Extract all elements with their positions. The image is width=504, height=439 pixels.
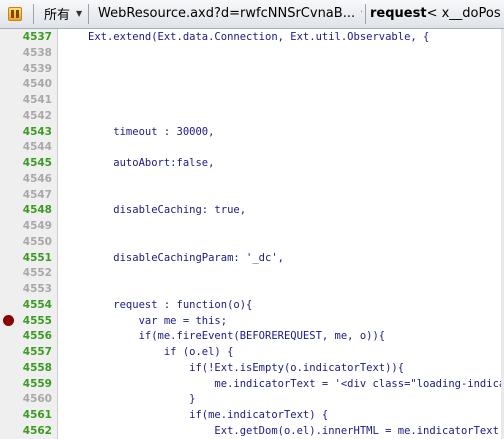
code-line: 4552 — [0, 265, 504, 281]
code-line: 4558 if(!Ext.isEmpty(o.indicatorText)){ — [0, 360, 504, 376]
line-number[interactable]: 4559 — [0, 376, 52, 392]
line-number[interactable]: 4561 — [0, 407, 52, 423]
line-number[interactable]: 4553 — [0, 281, 52, 297]
code-text: timeout : 30000, — [88, 125, 215, 138]
code-line: 4539 — [0, 61, 504, 77]
line-number[interactable]: 4546 — [0, 171, 52, 187]
code-line: 4551 disableCachingParam: '_dc', — [0, 250, 504, 266]
code-line: 4550 — [0, 234, 504, 250]
code-line: 4538 — [0, 45, 504, 61]
line-number[interactable]: 4552 — [0, 265, 52, 281]
line-number[interactable]: 4543 — [0, 124, 52, 140]
script-file-label: WebResource.axd?d=rwfcNNSrCvnaB... — [98, 6, 356, 21]
dropdown-arrow-icon: ▼ — [361, 9, 362, 18]
code-text: request : function(o){ — [88, 298, 253, 311]
code-line: 4559 me.indicatorText = '<div class="loa… — [0, 376, 504, 392]
code-line: 4541 — [0, 92, 504, 108]
line-number[interactable]: 4562 — [0, 423, 52, 439]
toolbar-separator — [33, 4, 34, 24]
line-number[interactable]: 4550 — [0, 234, 52, 250]
code-line: 4553 — [0, 281, 504, 297]
code-text: me.indicatorText = '<div class="loading-… — [88, 377, 504, 390]
line-number[interactable]: 4554 — [0, 297, 52, 313]
code-line: 4537 Ext.extend(Ext.data.Connection, Ext.… — [0, 29, 504, 45]
line-number[interactable]: 4558 — [0, 360, 52, 376]
line-number[interactable]: 4547 — [0, 187, 52, 203]
code-line: 4546 — [0, 171, 504, 187]
toolbar-separator — [88, 4, 89, 24]
line-number[interactable]: 4560 — [0, 391, 52, 407]
line-number[interactable]: 4537 — [0, 29, 52, 45]
line-number[interactable]: 4549 — [0, 218, 52, 234]
code-text: Ext.getDom(o.el).innerHTML = me.indicato… — [88, 425, 504, 437]
line-number[interactable]: 4542 — [0, 108, 52, 124]
breakpoint-icon[interactable] — [3, 314, 14, 326]
script-file-dropdown[interactable]: WebResource.axd?d=rwfcNNSrCvnaB... ▼ — [92, 3, 362, 24]
code-text: if(me.fireEvent(BEFOREREQUEST, me, o)){ — [88, 330, 386, 343]
code-line: 4554 request : function(o){ — [0, 297, 504, 313]
line-number[interactable]: 4551 — [0, 250, 52, 266]
breadcrumb-rest[interactable]: < x__doPos — [427, 6, 501, 21]
code-line: 4555 var me = this; — [0, 313, 504, 329]
code-line: 4548 disableCaching: true, — [0, 202, 504, 218]
debugger-toolbar: 所有 ▼ WebResource.axd?d=rwfcNNSrCvnaB... … — [0, 0, 504, 29]
code-text: disableCachingParam: '_dc', — [88, 251, 284, 264]
line-number[interactable]: 4538 — [0, 45, 52, 61]
code-text: } — [88, 393, 196, 406]
code-line: 4562 Ext.getDom(o.el).innerHTML = me.ind… — [0, 423, 504, 439]
line-number[interactable]: 4556 — [0, 328, 52, 344]
code-text: if(!Ext.isEmpty(o.indicatorText)){ — [88, 361, 405, 374]
code-text: if(me.indicatorText) { — [88, 409, 329, 422]
scope-dropdown[interactable]: 所有 ▼ — [40, 3, 86, 24]
pause-icon — [8, 6, 22, 21]
scope-label: 所有 — [44, 8, 71, 23]
code-text: autoAbort:false, — [88, 157, 215, 170]
code-text: var me = this; — [88, 314, 228, 327]
line-number[interactable]: 4548 — [0, 202, 52, 218]
code-line: 4561 if(me.indicatorText) { — [0, 407, 504, 423]
code-line: 4545 autoAbort:false, — [0, 155, 504, 171]
code-line: 4543 timeout : 30000, — [0, 124, 504, 140]
line-number[interactable]: 4539 — [0, 61, 52, 77]
code-line: 4540 — [0, 76, 504, 92]
line-number[interactable]: 4540 — [0, 76, 52, 92]
breadcrumb-current[interactable]: request — [370, 6, 427, 21]
line-number[interactable]: 4545 — [0, 155, 52, 171]
dropdown-arrow-icon: ▼ — [76, 9, 83, 18]
source-editor[interactable]: 4537 Ext.extend(Ext.data.Connection, Ext.… — [0, 29, 504, 439]
code-text: Ext.extend(Ext.data.Connection, Ext.util… — [88, 31, 430, 43]
toolbar-separator — [365, 4, 366, 24]
code-text: if (o.el) { — [88, 346, 234, 359]
code-line: 4547 — [0, 187, 504, 203]
line-number[interactable]: 4557 — [0, 344, 52, 360]
code-line: 4560 } — [0, 391, 504, 407]
code-text: disableCaching: true, — [88, 204, 247, 217]
code-line: 4557 if (o.el) { — [0, 344, 504, 360]
call-stack-breadcrumb[interactable]: request < x__doPos — [370, 3, 504, 24]
pause-button[interactable] — [3, 3, 27, 24]
line-number[interactable]: 4544 — [0, 139, 52, 155]
line-number[interactable]: 4541 — [0, 92, 52, 108]
code-line: 4544 — [0, 139, 504, 155]
code-line: 4542 — [0, 108, 504, 124]
code-line: 4549 — [0, 218, 504, 234]
code-line: 4556 if(me.fireEvent(BEFOREREQUEST, me, … — [0, 328, 504, 344]
